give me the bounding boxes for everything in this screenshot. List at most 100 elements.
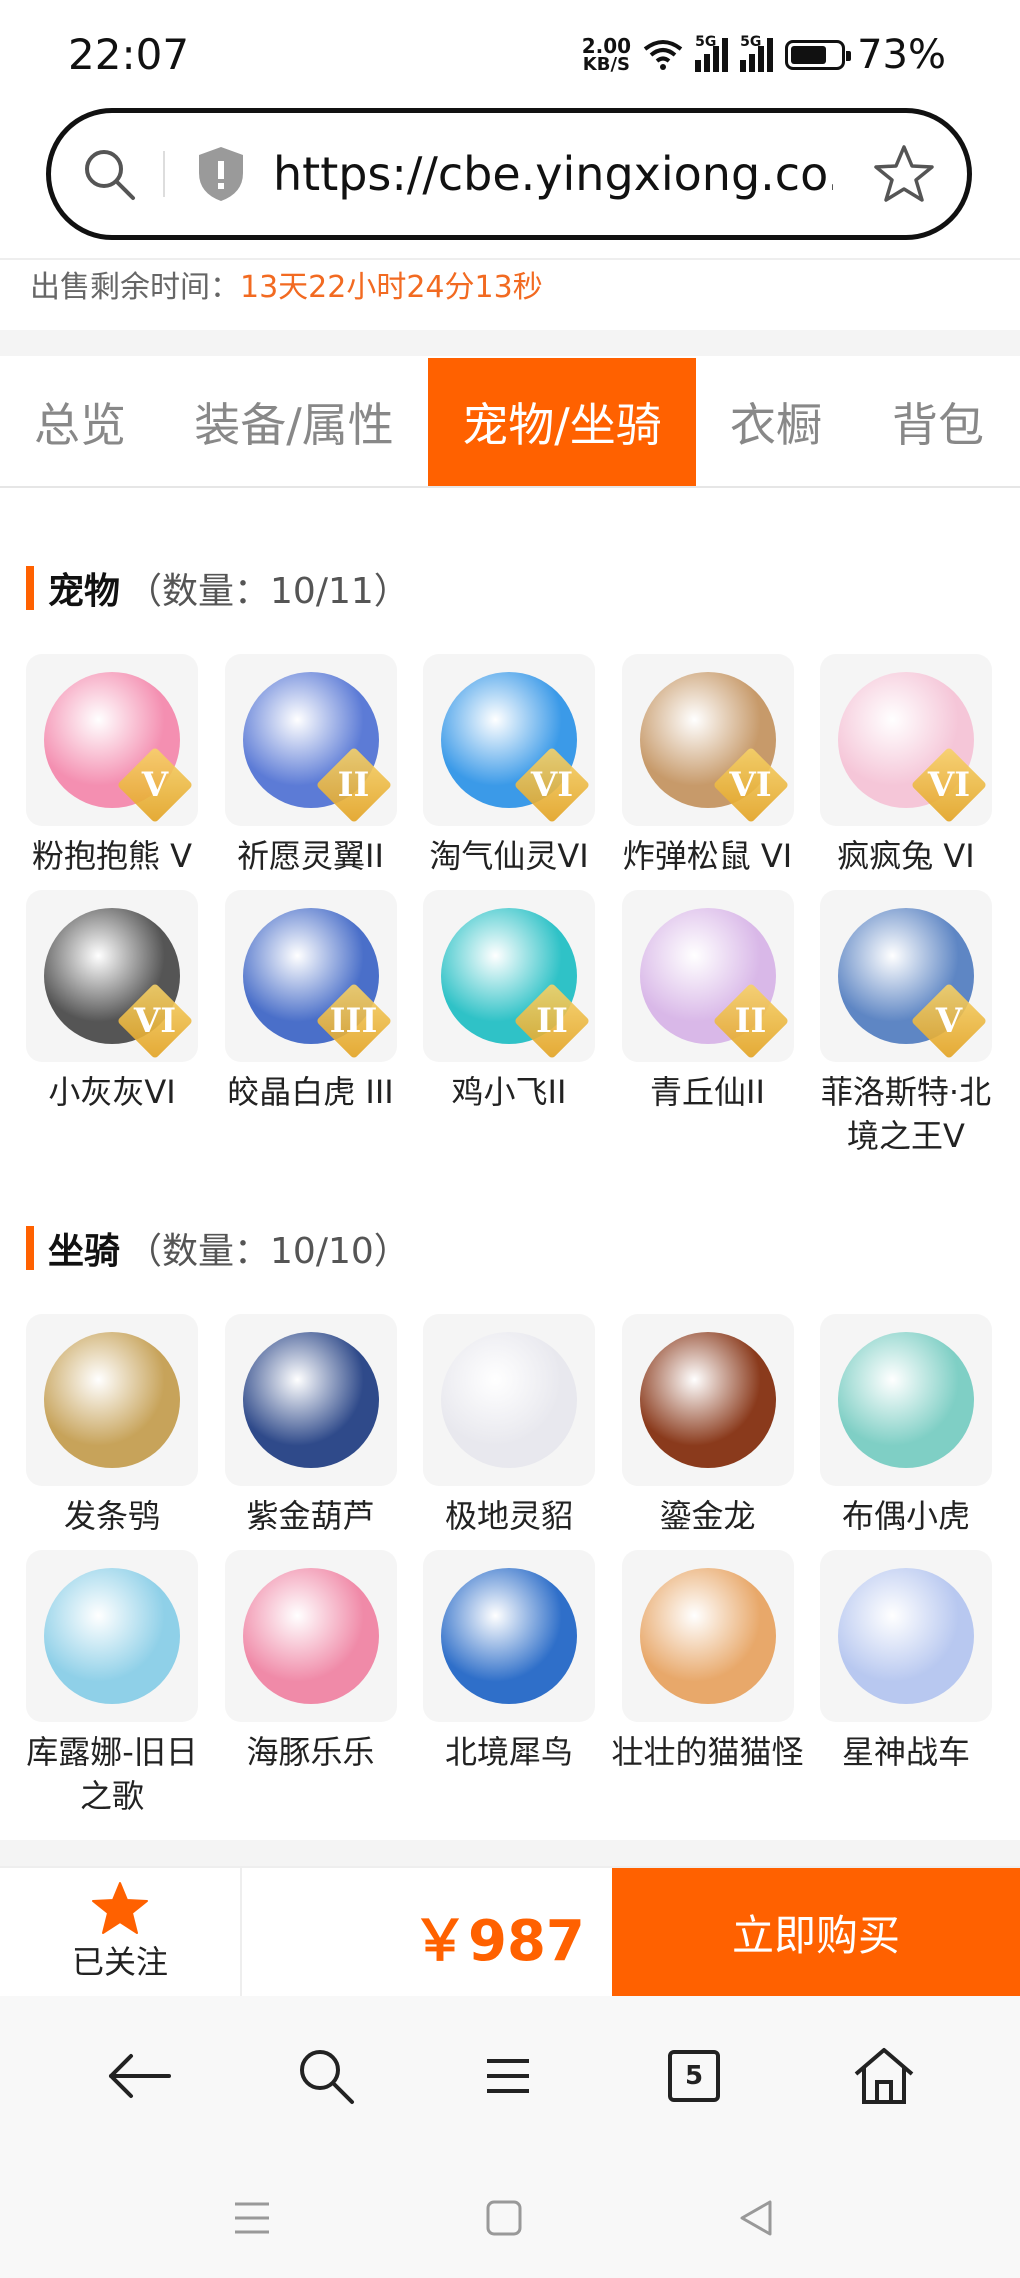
pets-item[interactable]: II 鸡小飞II <box>423 890 595 1158</box>
tab-overview[interactable]: 总览 <box>0 358 160 486</box>
pets-thumbnail[interactable]: V <box>26 654 198 826</box>
pets-grid: V 粉抱抱熊 V II 祈愿灵翼II VI 淘气仙灵VI VI 炸弹松鼠 VI VI 疯疯兔 VI… <box>26 654 996 1158</box>
pets-item[interactable]: II 祈愿灵翼II <box>224 654 397 878</box>
mounts-thumbnail[interactable] <box>224 1314 397 1486</box>
pets-name: 疯疯兔 VI <box>837 837 975 875</box>
search-button[interactable] <box>286 2036 366 2116</box>
pets-thumbnail[interactable]: II <box>224 654 397 826</box>
pets-thumbnail[interactable]: V <box>820 890 992 1062</box>
mounts-thumbnail[interactable] <box>423 1314 595 1486</box>
network-speed: 2.00 KB/S <box>582 36 631 74</box>
mounts-thumbnail[interactable] <box>26 1550 198 1722</box>
mounts-item[interactable]: 壮壮的猫猫怪 <box>611 1550 804 1818</box>
mounts-thumbnail[interactable] <box>423 1550 595 1722</box>
pets-thumbnail[interactable]: VI <box>423 654 595 826</box>
mounts-thumbnail[interactable] <box>621 1550 794 1722</box>
pets-thumbnail[interactable]: VI <box>621 654 794 826</box>
mounts-thumbnail[interactable] <box>820 1550 992 1722</box>
search-icon <box>300 2050 354 2104</box>
action-bar: 已关注 ￥987 立即购买 <box>0 1866 1020 1996</box>
pets-item[interactable]: II 青丘仙II <box>621 890 794 1158</box>
mounts-name: 布偶小虎 <box>841 1497 970 1535</box>
home-icon <box>854 2048 914 2104</box>
mounts-item[interactable]: 紫金葫芦 <box>224 1314 397 1538</box>
home-nav-button[interactable] <box>464 2178 544 2258</box>
mounts-item[interactable]: 极地灵貂 <box>423 1314 595 1538</box>
mounts-image <box>242 1568 379 1704</box>
tab-pets-mounts[interactable]: 宠物/坐骑 <box>428 358 696 486</box>
mounts-thumbnail[interactable] <box>26 1314 198 1486</box>
menu-button[interactable] <box>468 2036 548 2116</box>
pets-thumbnail[interactable]: II <box>621 890 794 1062</box>
url-text[interactable]: https://cbe.yingxiong.co... <box>273 147 833 201</box>
menu-icon <box>487 2059 529 2093</box>
mounts-thumbnail[interactable] <box>621 1314 794 1486</box>
pets-item[interactable]: VI 淘气仙灵VI <box>423 654 595 878</box>
pets-item[interactable]: III 皎晶白虎 III <box>224 890 397 1158</box>
address-bar[interactable]: https://cbe.yingxiong.co... <box>46 108 972 240</box>
pets-name: 青丘仙II <box>650 1073 765 1111</box>
section-gap <box>0 330 1020 356</box>
home-button[interactable] <box>844 2036 924 2116</box>
mounts-thumbnail[interactable] <box>820 1314 992 1486</box>
mounts-thumbnail[interactable] <box>224 1550 397 1722</box>
mounts-name: 发条鸮 <box>63 1497 160 1535</box>
grade-badge-text: V <box>141 765 169 805</box>
grade-badge-text: VI <box>927 765 971 805</box>
grade-badge-text: VI <box>729 765 772 805</box>
mounts-item[interactable]: 发条鸮 <box>26 1314 198 1538</box>
pets-item[interactable]: V 菲洛斯特·北境之王V <box>820 890 992 1158</box>
buy-now-button[interactable]: 立即购买 <box>612 1868 1020 1996</box>
pets-item[interactable]: VI 炸弹松鼠 VI <box>621 654 794 878</box>
tab-backpack[interactable]: 背包 <box>856 358 1020 486</box>
grade-badge-text: II <box>536 1001 568 1041</box>
section-gap <box>0 1840 1020 1866</box>
pets-thumbnail[interactable]: VI <box>26 890 198 1062</box>
mounts-image <box>242 1332 379 1468</box>
mounts-title: 坐骑 <box>48 1231 121 1272</box>
sale-remaining-time: 出售剩余时间：13天22小时24分13秒 <box>30 266 543 310</box>
pets-item[interactable]: VI 疯疯兔 VI <box>820 654 992 878</box>
pets-name: 菲洛斯特·北境之王V <box>820 1073 992 1155</box>
pets-name: 皎晶白虎 III <box>227 1073 394 1111</box>
mounts-item[interactable]: 布偶小虎 <box>820 1314 992 1538</box>
grade-badge-text: III <box>329 1001 378 1041</box>
mounts-grid: 发条鸮 紫金葫芦 极地灵貂 鎏金龙 布偶小虎库露娜-旧日之歌 海豚乐乐 北境犀鸟 壮壮的猫猫怪… <box>26 1314 996 1818</box>
section-accent-bar <box>26 1226 34 1270</box>
grade-badge-text: VI <box>530 765 574 805</box>
mounts-item[interactable]: 北境犀鸟 <box>423 1550 595 1818</box>
tab-equipment[interactable]: 装备/属性 <box>160 358 428 486</box>
mounts-item[interactable]: 库露娜-旧日之歌 <box>26 1550 198 1818</box>
pets-thumbnail[interactable]: VI <box>820 654 992 826</box>
mounts-image <box>639 1332 776 1468</box>
tabs-button[interactable]: 5 <box>654 2036 734 2116</box>
grade-badge-text: VI <box>133 1001 177 1041</box>
mounts-item[interactable]: 星神战车 <box>820 1550 992 1818</box>
mounts-image <box>838 1568 974 1704</box>
search-icon[interactable] <box>79 144 139 204</box>
section-accent-bar <box>26 566 34 610</box>
pets-name: 粉抱抱熊 V <box>31 837 193 875</box>
recent-apps-button[interactable] <box>212 2178 292 2258</box>
pets-item[interactable]: VI 小灰灰VI <box>26 890 198 1158</box>
follow-button[interactable]: 已关注 <box>0 1868 242 1996</box>
mounts-item[interactable]: 海豚乐乐 <box>224 1550 397 1818</box>
pets-title: 宠物 <box>48 571 121 612</box>
back-button[interactable] <box>100 2036 180 2116</box>
status-time: 22:07 <box>68 30 190 79</box>
grade-badge-text: II <box>337 765 370 805</box>
price: ￥987 <box>412 1909 585 1974</box>
pets-name: 淘气仙灵VI <box>429 837 589 875</box>
mounts-name: 星神战车 <box>841 1733 970 1771</box>
bookmark-star-icon[interactable] <box>873 143 935 205</box>
mounts-image <box>44 1332 180 1468</box>
shield-icon[interactable] <box>195 145 247 203</box>
pets-thumbnail[interactable]: II <box>423 890 595 1062</box>
pets-item[interactable]: V 粉抱抱熊 V <box>26 654 198 878</box>
tab-wardrobe[interactable]: 衣橱 <box>696 358 856 486</box>
mounts-name: 海豚乐乐 <box>246 1733 375 1771</box>
pets-name: 祈愿灵翼II <box>237 837 384 875</box>
mounts-item[interactable]: 鎏金龙 <box>621 1314 794 1538</box>
back-nav-button[interactable] <box>716 2178 796 2258</box>
pets-thumbnail[interactable]: III <box>224 890 397 1062</box>
